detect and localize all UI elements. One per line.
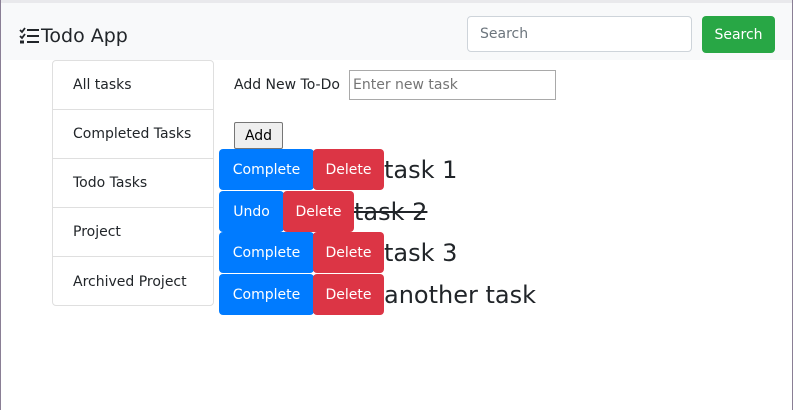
search-input[interactable]: [467, 16, 692, 52]
task-text: another task: [384, 280, 537, 309]
task-text: task 3: [384, 238, 458, 267]
navbar: Todo App Search: [1, 3, 792, 60]
sidebar-item-all-tasks[interactable]: All tasks: [53, 61, 213, 110]
task-item: Undo Delete task 2: [219, 191, 427, 232]
add-todo-label: Add New To-Do: [234, 77, 340, 93]
brand[interactable]: Todo App: [19, 22, 128, 50]
complete-button[interactable]: Complete: [219, 274, 314, 315]
tasks-checklist-icon: [19, 27, 39, 44]
sidebar-item-archived-project[interactable]: Archived Project: [53, 257, 213, 306]
undo-button[interactable]: Undo: [219, 191, 284, 232]
task-item: Complete Delete task 1: [219, 149, 457, 190]
complete-button[interactable]: Complete: [219, 149, 314, 190]
sidebar-item-project[interactable]: Project: [53, 208, 213, 257]
task-text: task 1: [384, 155, 458, 184]
task-text: task 2: [354, 197, 428, 226]
complete-button[interactable]: Complete: [219, 232, 314, 273]
brand-title: Todo App: [41, 25, 128, 47]
task-item: Complete Delete another task: [219, 274, 536, 315]
sidebar-item-todo-tasks[interactable]: Todo Tasks: [53, 159, 213, 208]
new-task-input[interactable]: [349, 70, 556, 100]
delete-button[interactable]: Delete: [313, 274, 384, 315]
sidebar-item-completed-tasks[interactable]: Completed Tasks: [53, 110, 213, 159]
sidebar: All tasks Completed Tasks Todo Tasks Pro…: [52, 60, 214, 306]
delete-button[interactable]: Delete: [313, 232, 384, 273]
window-left-border: [0, 0, 1, 410]
delete-button[interactable]: Delete: [313, 149, 384, 190]
task-item: Complete Delete task 3: [219, 232, 457, 273]
search-button[interactable]: Search: [702, 16, 775, 53]
add-button[interactable]: Add: [234, 122, 283, 149]
delete-button[interactable]: Delete: [283, 191, 354, 232]
